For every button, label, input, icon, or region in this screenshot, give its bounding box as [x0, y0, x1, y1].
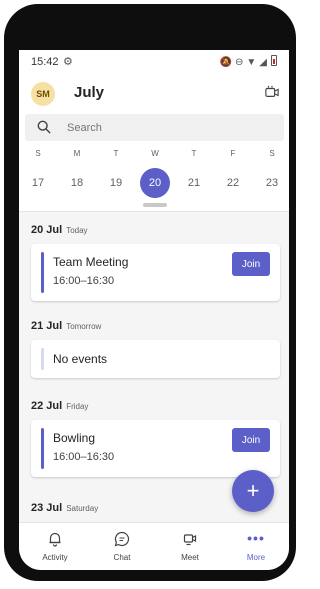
event-color-bar — [41, 348, 44, 370]
day-mon[interactable]: M 18 — [59, 148, 95, 198]
day-letter: W — [151, 149, 159, 158]
search-input[interactable] — [67, 118, 267, 137]
event-color-bar — [41, 428, 44, 469]
day-sun[interactable]: S 17 — [20, 148, 56, 198]
status-icons: 🔕⊖▼◢ — [220, 55, 277, 68]
avatar[interactable]: SM — [31, 82, 55, 106]
agenda-relative-day: Saturday — [66, 504, 99, 513]
agenda-date: 20 Jul — [31, 224, 63, 236]
nav-more[interactable]: ••• More — [226, 523, 286, 569]
phone-frame: 15:42 ⚙ 🔕⊖▼◢ SM July S 17 — [4, 4, 296, 581]
event-title: Team Meeting — [53, 255, 129, 269]
status-time: 15:42 — [31, 56, 59, 68]
mute-icon: 🔕 — [219, 57, 235, 68]
search-bar[interactable] — [25, 114, 284, 141]
event-time: 16:00–16:30 — [53, 451, 115, 463]
day-letter: T — [191, 149, 197, 158]
event-card-bowling[interactable]: Bowling 16:00–16:30 Join — [31, 420, 280, 477]
day-date[interactable]: 22 — [218, 168, 248, 198]
agenda-date: 21 Jul — [31, 320, 63, 332]
agenda-relative-day: Tomorrow — [66, 322, 102, 331]
nav-activity[interactable]: Activity — [25, 523, 85, 569]
event-title: Bowling — [53, 431, 96, 445]
day-fri[interactable]: F 22 — [215, 148, 251, 198]
agenda-day-header: 21 Jul Tomorrow — [31, 320, 101, 332]
day-sat[interactable]: S 23 — [254, 148, 289, 198]
join-button[interactable]: Join — [232, 252, 270, 276]
no-events-card: No events — [31, 340, 280, 378]
nav-label: Meet — [181, 553, 199, 562]
agenda-date: 23 Jul — [31, 502, 63, 514]
signal-icon: ◢ — [259, 57, 270, 68]
bell-icon — [49, 532, 61, 547]
bottom-nav: Activity Chat Meet ••• More — [19, 522, 289, 570]
day-date[interactable]: 21 — [179, 168, 209, 198]
day-date[interactable]: 23 — [257, 168, 287, 198]
agenda-day-header: 20 Jul Today — [31, 224, 88, 236]
day-date[interactable]: 17 — [23, 168, 53, 198]
meet-now-icon[interactable] — [265, 85, 279, 99]
more-icon: ••• — [247, 530, 265, 546]
day-letter: F — [230, 149, 236, 158]
day-letter: T — [113, 149, 119, 158]
week-strip: S 17 M 18 T 19 W 20 T 21 F 22 S 23 — [19, 148, 289, 208]
nav-label: Chat — [113, 553, 131, 562]
day-letter: S — [35, 149, 41, 158]
nav-meet[interactable]: Meet — [160, 523, 220, 569]
app-screen: 15:42 ⚙ 🔕⊖▼◢ SM July S 17 — [19, 50, 289, 570]
day-letter: S — [269, 149, 275, 158]
event-color-bar — [41, 252, 44, 293]
event-card-team-meeting[interactable]: Team Meeting 16:00–16:30 Join — [31, 244, 280, 301]
expand-calendar-handle[interactable] — [143, 203, 167, 207]
agenda-relative-day: Today — [66, 226, 88, 235]
dnd-icon: ⊖ — [235, 57, 247, 68]
settings-gear-icon: ⚙ — [63, 56, 73, 68]
day-letter: M — [73, 149, 81, 158]
battery-icon — [271, 55, 277, 66]
day-thu[interactable]: T 21 — [176, 148, 212, 198]
month-title[interactable]: July — [74, 84, 104, 101]
event-time: 16:00–16:30 — [53, 275, 115, 287]
nav-label: Activity — [42, 553, 68, 562]
meet-icon — [183, 534, 197, 546]
chat-icon — [114, 531, 130, 547]
new-event-fab[interactable]: + — [232, 470, 274, 512]
agenda-date: 22 Jul — [31, 400, 63, 412]
search-icon — [37, 120, 51, 134]
nav-chat[interactable]: Chat — [92, 523, 152, 569]
agenda-day-header: 23 Jul Saturday — [31, 502, 98, 514]
status-bar: 15:42 ⚙ 🔕⊖▼◢ — [19, 50, 289, 74]
day-date[interactable]: 20 — [140, 168, 170, 198]
day-tue[interactable]: T 19 — [98, 148, 134, 198]
agenda-day-header: 22 Jul Friday — [31, 400, 88, 412]
no-events-text: No events — [53, 352, 108, 366]
join-button[interactable]: Join — [232, 428, 270, 452]
wifi-icon: ▼ — [246, 57, 260, 68]
day-date[interactable]: 18 — [62, 168, 92, 198]
agenda-relative-day: Friday — [66, 402, 89, 411]
nav-label: More — [246, 553, 266, 562]
day-wed-selected[interactable]: W 20 — [137, 148, 173, 198]
day-date[interactable]: 19 — [101, 168, 131, 198]
